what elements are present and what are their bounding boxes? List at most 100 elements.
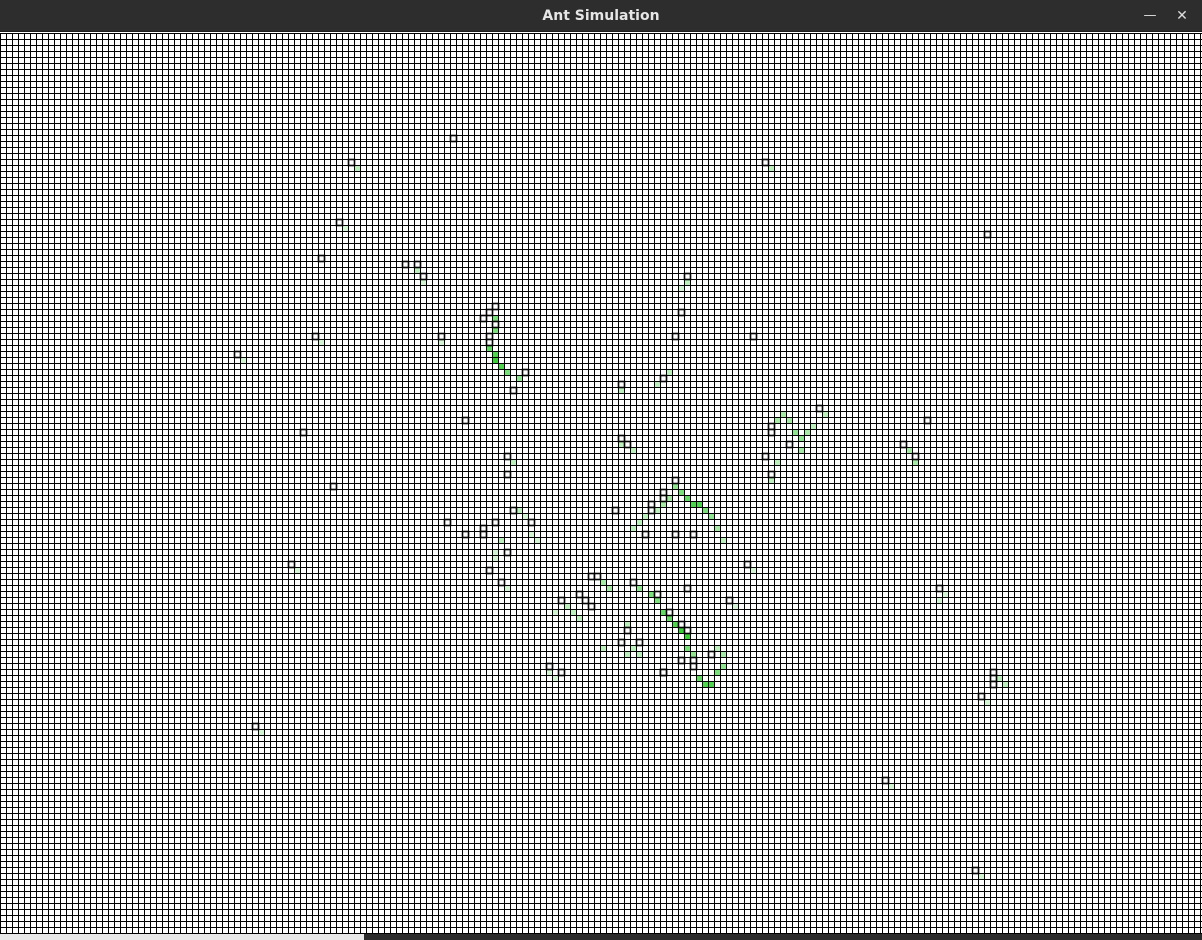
ant-cell bbox=[647, 500, 656, 509]
ant-cell bbox=[443, 518, 452, 527]
pheromone-cell bbox=[979, 874, 984, 879]
pheromone-cell bbox=[571, 610, 576, 615]
pheromone-cell bbox=[655, 598, 660, 603]
pheromone-cell bbox=[805, 430, 810, 435]
pheromone-cell bbox=[493, 316, 498, 321]
ant-cell bbox=[491, 302, 500, 311]
ant-cell bbox=[485, 566, 494, 575]
ant-cell bbox=[575, 590, 584, 599]
pheromone-cell bbox=[661, 502, 666, 507]
pheromone-cell bbox=[943, 592, 948, 597]
ant-cell bbox=[617, 434, 626, 443]
ant-cell bbox=[683, 272, 692, 281]
ant-cell bbox=[485, 332, 494, 341]
close-button[interactable]: ✕ bbox=[1168, 0, 1196, 32]
pheromone-cell bbox=[985, 700, 990, 705]
pheromone-cell bbox=[601, 646, 606, 651]
pheromone-cell bbox=[631, 646, 636, 651]
ant-cell bbox=[623, 440, 632, 449]
ant-cell bbox=[683, 626, 692, 635]
pheromone-cell bbox=[493, 352, 498, 357]
ant-cell bbox=[623, 626, 632, 635]
pheromone-cell bbox=[643, 514, 648, 519]
ant-cell bbox=[461, 530, 470, 539]
ant-cell bbox=[677, 656, 686, 665]
ant-cell bbox=[491, 518, 500, 527]
ant-cell bbox=[671, 530, 680, 539]
pheromone-cell bbox=[715, 526, 720, 531]
ant-cell bbox=[659, 668, 668, 677]
pheromone-cell bbox=[799, 436, 804, 441]
pheromone-cell bbox=[493, 550, 498, 555]
ant-cell bbox=[677, 620, 686, 629]
ant-cell bbox=[989, 680, 998, 689]
ant-cell bbox=[503, 470, 512, 479]
pheromone-cell bbox=[775, 460, 780, 465]
pheromone-cell bbox=[709, 682, 714, 687]
minimize-button[interactable]: — bbox=[1136, 0, 1164, 32]
ant-cell bbox=[749, 332, 758, 341]
window-titlebar[interactable]: Ant Simulation — ✕ bbox=[0, 0, 1202, 32]
ant-cell bbox=[347, 158, 356, 167]
pheromone-cell bbox=[523, 514, 528, 519]
ant-cell bbox=[971, 866, 980, 875]
ant-cell bbox=[527, 518, 536, 527]
pheromone-cell bbox=[553, 676, 558, 681]
pheromone-cell bbox=[907, 448, 912, 453]
pheromone-cell bbox=[889, 784, 894, 789]
ant-cell bbox=[653, 590, 662, 599]
pheromone-cell bbox=[715, 646, 720, 651]
pheromone-cell bbox=[619, 388, 624, 393]
pheromone-cell bbox=[529, 532, 534, 537]
ant-cell bbox=[461, 416, 470, 425]
pheromone-cell bbox=[811, 424, 816, 429]
ant-cell bbox=[509, 506, 518, 515]
ant-cell bbox=[545, 662, 554, 671]
pheromone-cell bbox=[685, 634, 690, 639]
pheromone-cell bbox=[355, 166, 360, 171]
ant-cell bbox=[767, 422, 776, 431]
pheromone-cell bbox=[913, 460, 918, 465]
ant-cell bbox=[677, 308, 686, 317]
pheromone-cell bbox=[751, 568, 756, 573]
pheromone-cell bbox=[625, 622, 630, 627]
pheromone-cell bbox=[667, 496, 672, 501]
ant-cell bbox=[743, 560, 752, 569]
pheromone-cell bbox=[655, 508, 660, 513]
pheromone-cell bbox=[787, 418, 792, 423]
ant-cell bbox=[329, 482, 338, 491]
simulation-grid bbox=[0, 33, 1202, 934]
pheromone-cell bbox=[673, 622, 678, 627]
pheromone-cell bbox=[487, 346, 492, 351]
ant-cell bbox=[503, 548, 512, 557]
ant-cell bbox=[659, 488, 668, 497]
pheromone-cell bbox=[697, 676, 702, 681]
simulation-canvas[interactable] bbox=[0, 33, 1202, 934]
ant-cell bbox=[689, 662, 698, 671]
pheromone-cell bbox=[505, 586, 510, 591]
ant-cell bbox=[767, 428, 776, 437]
ant-cell bbox=[665, 608, 674, 617]
pheromone-cell bbox=[535, 538, 540, 543]
pheromone-cell bbox=[703, 508, 708, 513]
pheromone-cell bbox=[649, 592, 654, 597]
ant-cell bbox=[335, 218, 344, 227]
pheromone-cell bbox=[625, 652, 630, 657]
ant-cell bbox=[989, 668, 998, 677]
ant-cell bbox=[629, 578, 638, 587]
ant-cell bbox=[503, 452, 512, 461]
pheromone-cell bbox=[631, 526, 636, 531]
pheromone-cell bbox=[631, 448, 636, 453]
pheromone-cell bbox=[517, 376, 522, 381]
pheromone-cell bbox=[715, 670, 720, 675]
pheromone-cell bbox=[607, 586, 612, 591]
pheromone-cell bbox=[493, 328, 498, 333]
ant-cell bbox=[587, 572, 596, 581]
pheromone-cell bbox=[517, 508, 522, 513]
ant-cell bbox=[689, 656, 698, 665]
horizontal-scrollbar[interactable] bbox=[364, 934, 1202, 940]
pheromone-cell bbox=[637, 586, 642, 591]
pheromone-cell bbox=[679, 490, 684, 495]
ant-cell bbox=[659, 374, 668, 383]
pheromone-cell bbox=[319, 340, 324, 345]
